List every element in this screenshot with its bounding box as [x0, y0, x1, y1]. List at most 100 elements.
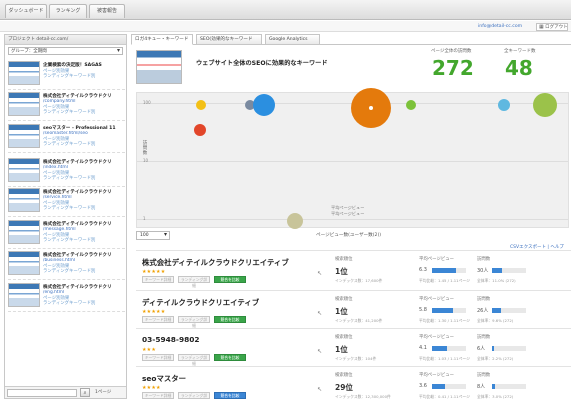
keyword-bubble[interactable]	[253, 94, 275, 116]
visits-share: 全体率：3.0% (272)	[477, 394, 514, 399]
pageview-compare: 平均比較：1.30 / 1.11ページ	[419, 318, 470, 323]
site-thumbnail[interactable]	[8, 220, 40, 244]
compare-button[interactable]: 競合を比較	[214, 276, 246, 283]
user-email-link[interactable]: info@detail-cc.com	[478, 24, 522, 29]
nav-tab-dashboard[interactable]: ダッシュボード	[5, 4, 47, 18]
rating-stars: ★★★	[142, 347, 157, 353]
visits-header: 訪問数	[477, 257, 491, 262]
y-tick: 100	[143, 100, 151, 105]
keyword-detail-button[interactable]: キーワード詳細	[142, 276, 174, 283]
visits-bar-fill	[492, 308, 501, 313]
tab-google-analytics[interactable]: Google Analytics	[265, 34, 320, 45]
rank-header: 検索順位	[335, 297, 353, 302]
site-thumbnail	[136, 50, 182, 84]
grid-line	[137, 219, 568, 220]
site-thumbnail[interactable]	[8, 188, 40, 212]
compare-button[interactable]: 競合を比較	[214, 354, 246, 361]
trend-arrow-icon: ↖	[317, 386, 323, 393]
keyword-bubble[interactable]	[287, 213, 303, 229]
sidebar-search-input[interactable]	[7, 389, 77, 397]
logout-label: ログアウト	[545, 25, 568, 30]
keyword-detail-button[interactable]: キーワード詳細	[142, 392, 174, 399]
site-list-item[interactable]: 株式会社ディテイルクラウドクリ/eng.html ページ別効果 ランディングキーワー…	[8, 281, 125, 312]
tab-landing-keyword[interactable]: ロガ4キュー・キーワード	[131, 34, 193, 45]
pageview-bar-fill	[432, 268, 456, 273]
landing-detail-button[interactable]: ランディング詳細	[178, 316, 210, 328]
total-keywords-value: 48	[505, 56, 533, 80]
site-list-item[interactable]: seoマスター - Professional 11/seomaster.html…	[8, 122, 125, 153]
page-title: ウェブサイト全体のSEOに効果的なキーワード	[196, 60, 328, 67]
keyword-detail-button[interactable]: キーワード詳細	[142, 316, 174, 323]
trend-arrow-icon: ↖	[317, 270, 323, 277]
keyword-bubble[interactable]	[194, 124, 206, 136]
site-thumbnail[interactable]	[8, 92, 40, 116]
site-list-item[interactable]: 企業検索の決定版！SAGAS ページ別効果 ランディングキーワード別	[8, 59, 125, 90]
rank-header: 検索順位	[335, 335, 353, 340]
landing-keyword-link[interactable]: ランディングキーワード別	[43, 109, 125, 115]
site-thumbnail[interactable]	[8, 61, 40, 85]
landing-keyword-link[interactable]: ランディングキーワード別	[43, 237, 125, 243]
site-thumbnail[interactable]	[8, 251, 40, 275]
keyword-row: ディテイルクラウドクリエイティブ ★★★★★ キーワード詳細 ランディング詳細 競合を比…	[136, 290, 571, 330]
keyword-title[interactable]: 03-5948-9802	[142, 335, 200, 344]
landing-keyword-link[interactable]: ランディングキーワード別	[43, 175, 125, 181]
landing-keyword-link[interactable]: ランディングキーワード別	[43, 268, 125, 274]
index-count: インデックス数：17,600件	[335, 278, 383, 283]
visits-bar-fill	[492, 384, 495, 389]
compare-button[interactable]: 競合を比較	[214, 392, 246, 399]
sidebar-page-label[interactable]: 1ページ	[95, 389, 111, 395]
nav-tab-report[interactable]: 被害報告	[89, 4, 125, 18]
landing-keyword-link[interactable]: ランディングキーワード別	[43, 141, 125, 147]
pageview-compare: 平均比較：1.45 / 1.11ページ	[419, 278, 470, 283]
keyword-bubble[interactable]	[498, 99, 510, 111]
pageview-compare: 平均比較：1.03 / 1.11ページ	[419, 356, 470, 361]
pageview-header: 平均ページビュー	[419, 373, 455, 378]
pageview-value: 6.3	[419, 267, 427, 273]
site-list-item[interactable]: 株式会社ディテイルクラウドクリ/index.html ページ別効果 ランディングキー…	[8, 156, 125, 187]
keyword-bubble[interactable]	[533, 93, 557, 117]
tab-seo-keyword[interactable]: SEO(効果的なキーワード	[196, 34, 262, 45]
pageview-header: 平均ページビュー	[419, 257, 455, 262]
visits-share: 全体率：9.6% (272)	[477, 318, 514, 323]
site-list-item[interactable]: 株式会社ディテイルクラウドクリ/company.html ページ別効果 ランディング…	[8, 90, 125, 121]
keyword-row: 03-5948-9802 ★★★ キーワード詳細 ランディング詳細 競合を比較 ↖ 検索順位…	[136, 328, 571, 368]
site-thumbnail[interactable]	[8, 158, 40, 182]
rank-header: 検索順位	[335, 373, 353, 378]
landing-keyword-link[interactable]: ランディングキーワード別	[43, 300, 125, 306]
keyword-bubble[interactable]	[406, 100, 416, 110]
site-list-item[interactable]: 株式会社ディテイルクラウドクリ/business.html ページ別効果 ランディン…	[8, 249, 125, 280]
group-filter-select[interactable]: グループ：全期間	[8, 47, 123, 55]
site-list-item[interactable]: 株式会社ディテイルクラウドクリ/message.html ページ別効果 ランディング…	[8, 218, 125, 249]
site-thumbnail[interactable]	[8, 124, 40, 148]
search-icon[interactable]: ⌕	[80, 388, 90, 397]
landing-keyword-link[interactable]: ランディングキーワード別	[43, 73, 125, 79]
y-tick: 10	[143, 158, 149, 163]
visits-bar-fill	[492, 268, 503, 273]
logout-button[interactable]: ▦ ログアウト	[536, 23, 568, 31]
keyword-detail-button[interactable]: キーワード詳細	[142, 354, 174, 361]
bubble-center-dot	[369, 106, 373, 110]
total-visits-value: 272	[432, 56, 474, 80]
nav-tab-ranking[interactable]: ランキング	[49, 4, 87, 18]
trend-arrow-icon: ↖	[317, 348, 323, 355]
pageview-bar	[432, 268, 466, 273]
landing-keyword-link[interactable]: ランディングキーワード別	[43, 205, 125, 211]
visits-bar	[492, 346, 526, 351]
zoom-select[interactable]: 100	[136, 231, 170, 240]
compare-button[interactable]: 競合を比較	[214, 316, 246, 323]
site-thumbnail[interactable]	[8, 283, 40, 307]
site-list-item[interactable]: 株式会社ディテイルクラウドクリ/service.html ページ別効果 ランディング…	[8, 186, 125, 217]
rank-value: 1位	[335, 307, 348, 316]
visits-bar	[492, 268, 526, 273]
keyword-bubble[interactable]	[196, 100, 206, 110]
landing-detail-button[interactable]: ランディング詳細	[178, 276, 210, 288]
visits-bar-fill	[492, 346, 495, 351]
keyword-bubble[interactable]	[351, 88, 391, 128]
keyword-title[interactable]: 株式会社ディテイルクラウドクリエイティブ	[142, 257, 289, 268]
landing-detail-button[interactable]: ランディング詳細	[178, 392, 210, 399]
sidebar-header: プロジェクト detail-cc.com/	[5, 35, 126, 45]
landing-detail-button[interactable]: ランディング詳細	[178, 354, 210, 366]
visits-value: 30人	[477, 268, 489, 274]
keyword-title[interactable]: ディテイルクラウドクリエイティブ	[142, 297, 259, 308]
keyword-title[interactable]: seoマスター	[142, 373, 186, 384]
